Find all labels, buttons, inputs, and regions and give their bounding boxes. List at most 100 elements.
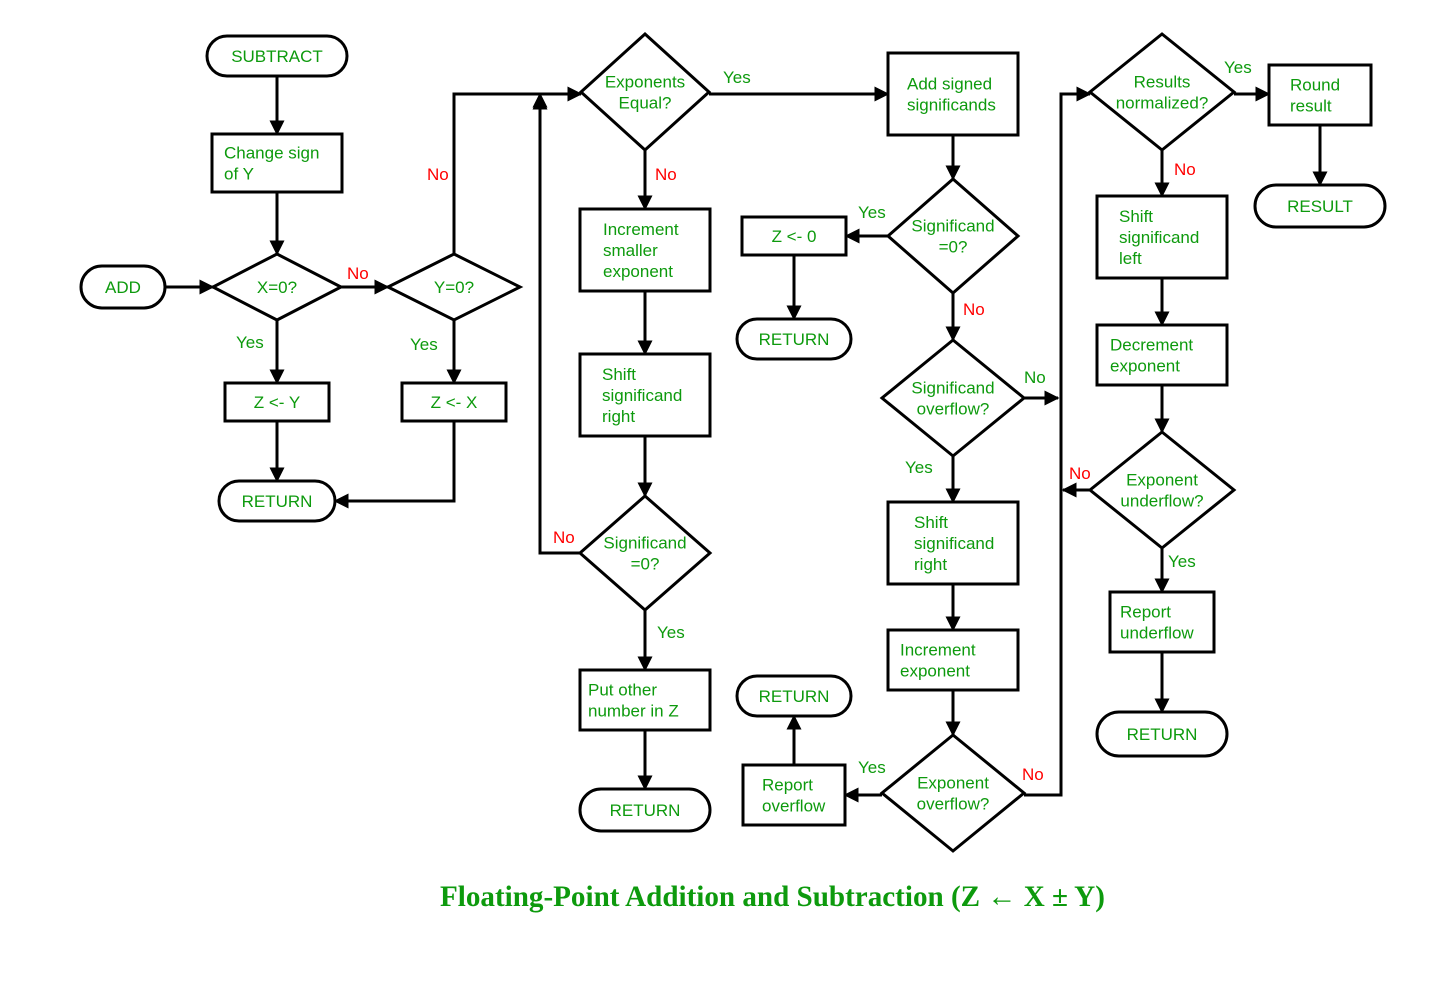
process-box xyxy=(1095,323,1229,387)
node-z-gets-0: Z <- 0 xyxy=(740,215,848,257)
node-label: Change sign xyxy=(224,144,319,163)
node-label: significands xyxy=(907,96,996,115)
process-box xyxy=(1267,63,1373,127)
node-label: Equal? xyxy=(619,94,672,113)
edge-label-x-zero-yes: Yes xyxy=(236,333,264,352)
node-exponent-underflow: Exponent underflow? xyxy=(1087,430,1237,550)
decision-diamond xyxy=(578,31,712,153)
node-return-4: RETURN xyxy=(735,674,853,718)
decision-diamond xyxy=(879,733,1027,853)
node-label: significand xyxy=(914,534,994,553)
node-y-zero: Y=0? xyxy=(384,252,524,322)
node-label: right xyxy=(602,407,635,426)
process-box xyxy=(886,628,1020,692)
node-label: Report xyxy=(762,776,813,795)
node-z-gets-y: Z <- Y xyxy=(223,381,331,423)
node-exponents-equal: Exponents Equal? xyxy=(578,31,712,153)
node-label: Y=0? xyxy=(434,278,474,297)
node-label: Increment xyxy=(603,220,679,239)
decision-diamond xyxy=(577,494,713,612)
node-label: =0? xyxy=(939,238,968,257)
node-label: left xyxy=(1119,249,1142,268)
node-label: RESULT xyxy=(1287,197,1353,216)
node-label: Add signed xyxy=(907,75,992,94)
node-label: Significand xyxy=(911,217,994,236)
edge-label-exponents-equal-yes: Yes xyxy=(723,68,751,87)
node-label: Round xyxy=(1290,76,1340,95)
node-label: X=0? xyxy=(257,278,297,297)
node-label: overflow? xyxy=(917,795,990,814)
node-z-gets-x: Z <- X xyxy=(400,381,508,423)
node-add-signed: Add signed significands xyxy=(886,51,1020,137)
node-increment-exponent: Increment exponent xyxy=(886,628,1020,692)
node-label: underflow? xyxy=(1120,492,1203,511)
edge-z-gets-x-to-return xyxy=(333,421,456,509)
edge-y-zero-no-to-exponents-equal xyxy=(452,86,583,254)
node-label: significand xyxy=(602,386,682,405)
node-label: Exponents xyxy=(605,73,685,92)
process-box xyxy=(886,51,1020,137)
edge-label-exponent-underflow-yes: Yes xyxy=(1168,552,1196,571)
node-label: Shift xyxy=(914,513,948,532)
node-label: Z <- X xyxy=(431,393,478,412)
node-label: Increment xyxy=(900,641,976,660)
node-label: RETURN xyxy=(759,330,830,349)
edge-label-significand-zero-2-yes: Yes xyxy=(858,203,886,222)
node-label: number in Z xyxy=(588,702,679,721)
node-label: Significand xyxy=(911,379,994,398)
edge-label-y-zero-yes: Yes xyxy=(410,335,438,354)
node-results-normalized: Results normalized? xyxy=(1087,32,1237,152)
edge-label-exponent-overflow-no: No xyxy=(1022,765,1044,784)
node-increment-smaller: Increment smaller exponent xyxy=(578,207,712,293)
node-significand-zero-2: Significand =0? xyxy=(885,177,1021,295)
node-return-1: RETURN xyxy=(217,479,337,523)
edge-label-significand-zero-2-no: No xyxy=(963,300,985,319)
node-label: RETURN xyxy=(610,801,681,820)
node-add: ADD xyxy=(79,264,167,310)
edge-label-y-zero-no: No xyxy=(427,165,449,184)
node-report-underflow: Report underflow xyxy=(1108,590,1216,654)
node-shift-right-2: Shift significand right xyxy=(886,500,1020,586)
node-label: result xyxy=(1290,97,1332,116)
node-label: of Y xyxy=(224,165,254,184)
node-round-result: Round result xyxy=(1267,63,1373,127)
node-label: Significand xyxy=(603,534,686,553)
edge-label-significand-overflow-no: No xyxy=(1024,368,1046,387)
node-label: Exponent xyxy=(917,774,989,793)
edge-label-results-normalized-yes: Yes xyxy=(1224,58,1252,77)
edge-label-exponents-equal-no: No xyxy=(655,165,677,184)
edge-label-significand-zero-1-no: No xyxy=(553,528,575,547)
decision-diamond xyxy=(885,177,1021,295)
node-label: overflow? xyxy=(917,400,990,419)
node-label: overflow xyxy=(762,797,826,816)
node-label: RETURN xyxy=(242,492,313,511)
decision-diamond xyxy=(1087,32,1237,152)
edge-significand-zero-no-loop xyxy=(532,92,580,555)
node-label: normalized? xyxy=(1116,94,1209,113)
node-subtract: SUBTRACT xyxy=(205,34,349,78)
node-result: RESULT xyxy=(1253,183,1387,229)
node-shift-left: Shift significand left xyxy=(1095,194,1229,280)
process-box xyxy=(1108,590,1216,654)
node-label: Put other xyxy=(588,681,657,700)
node-return-5: RETURN xyxy=(1095,710,1229,758)
node-label: exponent xyxy=(900,662,970,681)
node-significand-zero-1: Significand =0? xyxy=(577,494,713,612)
node-decrement-exponent: Decrement exponent xyxy=(1095,323,1229,387)
node-return-3: RETURN xyxy=(735,317,853,361)
edge-label-x-zero-no: No xyxy=(347,264,369,283)
node-label: underflow xyxy=(1120,624,1194,643)
node-label: RETURN xyxy=(1127,725,1198,744)
node-label: Report xyxy=(1120,603,1171,622)
node-label: RETURN xyxy=(759,687,830,706)
node-label: smaller xyxy=(603,241,658,260)
node-label: Z <- 0 xyxy=(772,227,817,246)
node-label: Exponent xyxy=(1126,471,1198,490)
process-box xyxy=(578,668,712,732)
node-label: exponent xyxy=(1110,357,1180,376)
edge-label-exponent-overflow-yes: Yes xyxy=(858,758,886,777)
node-x-zero: X=0? xyxy=(209,252,345,322)
node-exponent-overflow: Exponent overflow? xyxy=(879,733,1027,853)
edge-label-exponent-underflow-no: No xyxy=(1069,464,1091,483)
decision-diamond xyxy=(879,338,1027,458)
